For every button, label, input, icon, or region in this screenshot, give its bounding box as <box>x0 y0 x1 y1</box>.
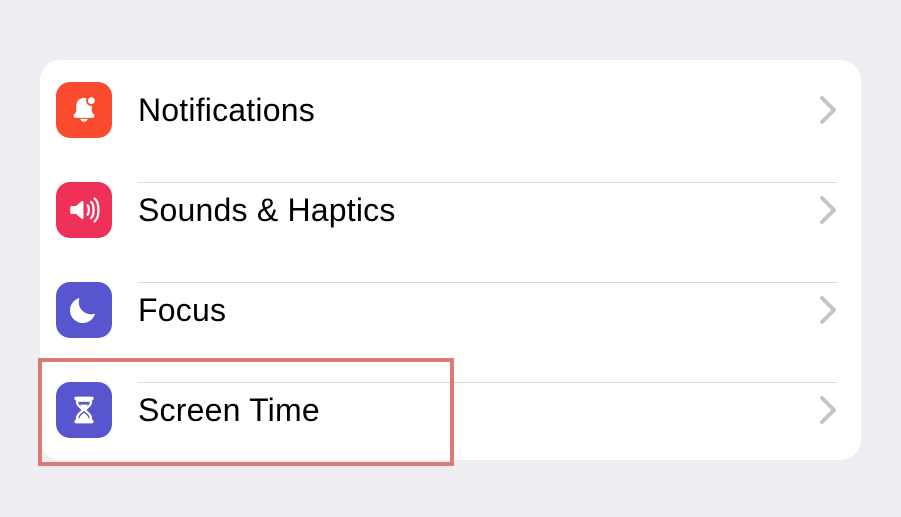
settings-row-label: Notifications <box>138 92 819 129</box>
chevron-right-icon <box>819 95 837 125</box>
speaker-icon <box>56 182 112 238</box>
settings-row-focus[interactable]: Focus <box>40 260 861 360</box>
settings-row-label: Sounds & Haptics <box>138 192 819 229</box>
settings-row-sounds[interactable]: Sounds & Haptics <box>40 160 861 260</box>
bell-badge-icon <box>56 82 112 138</box>
settings-row-label: Focus <box>138 292 819 329</box>
moon-icon <box>56 282 112 338</box>
settings-row-notifications[interactable]: Notifications <box>40 60 861 160</box>
chevron-right-icon <box>819 295 837 325</box>
chevron-right-icon <box>819 195 837 225</box>
settings-row-label: Screen Time <box>138 392 819 429</box>
settings-row-screentime[interactable]: Screen Time <box>40 360 861 460</box>
settings-group: Notifications Sounds & Haptics <box>40 60 861 460</box>
hourglass-icon <box>56 382 112 438</box>
chevron-right-icon <box>819 395 837 425</box>
